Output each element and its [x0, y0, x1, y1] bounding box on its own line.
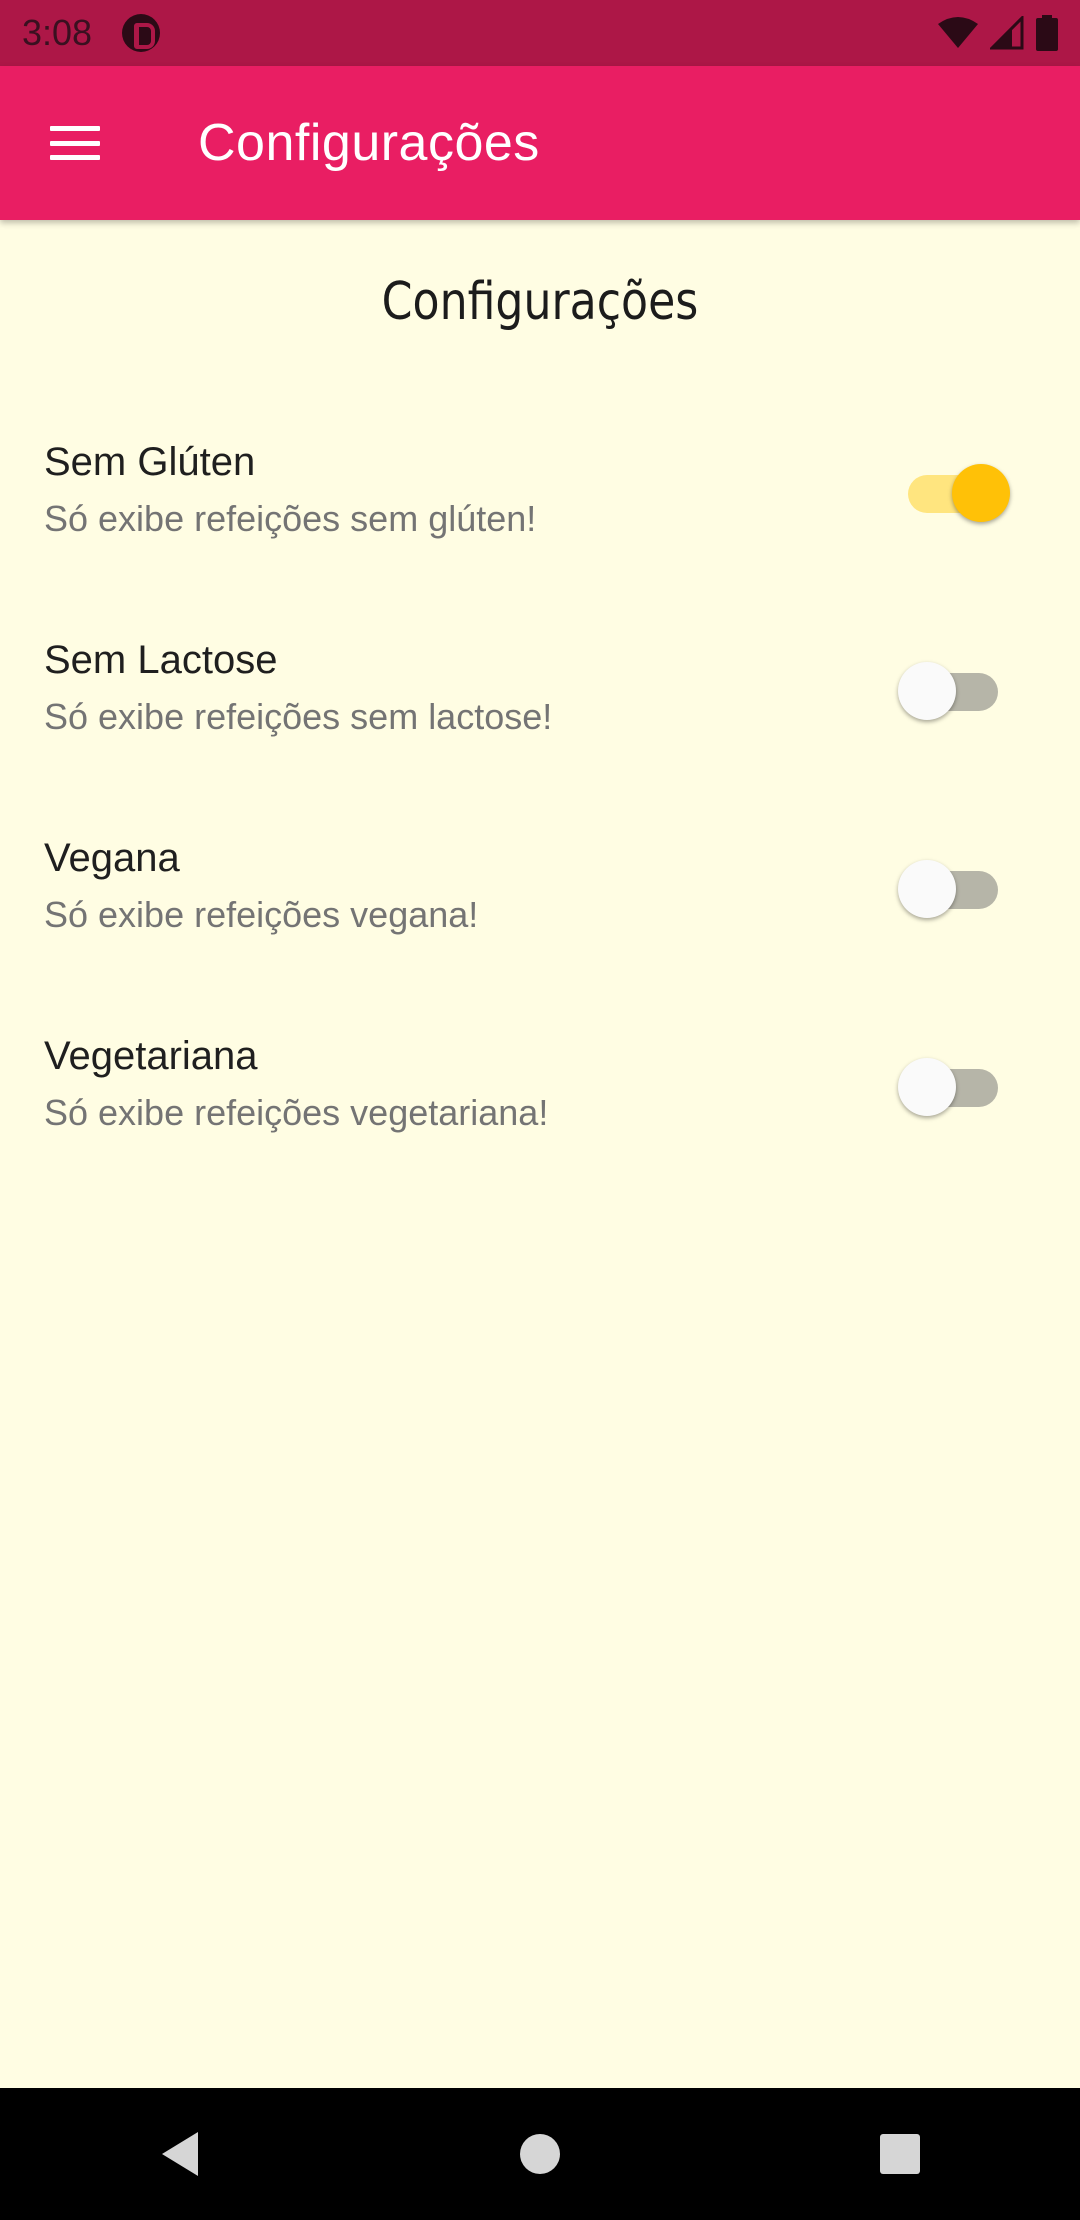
setting-subtitle: Só exibe refeições vegetariana!	[44, 1092, 549, 1133]
recents-square-icon	[880, 2134, 920, 2174]
app-bar-title: Configurações	[198, 114, 540, 172]
setting-row-vegetarian[interactable]: Vegetariana Só exibe refeições vegetaria…	[0, 1034, 1080, 1194]
switch-thumb	[898, 1058, 956, 1116]
setting-row-vegan[interactable]: Vegana Só exibe refeições vegana!	[0, 836, 1080, 996]
setting-subtitle: Só exibe refeições sem glúten!	[44, 498, 537, 539]
status-time: 3:08	[22, 12, 93, 53]
switch-thumb	[952, 464, 1010, 522]
setting-title: Vegana	[44, 836, 180, 880]
page-title: Configurações	[381, 272, 699, 332]
setting-title: Sem Lactose	[44, 638, 278, 682]
status-bar: 3:08	[0, 0, 1080, 66]
vegetarian-switch[interactable]	[898, 1058, 1018, 1118]
hamburger-menu-icon	[50, 126, 100, 160]
status-icons	[938, 15, 1058, 51]
setting-title: Vegetariana	[44, 1034, 258, 1078]
app-bar: Configurações	[0, 66, 1080, 220]
system-nav-bar	[0, 2088, 1080, 2220]
recents-button[interactable]	[840, 2094, 960, 2214]
notification-app-icon	[122, 14, 161, 52]
switch-thumb	[898, 662, 956, 720]
home-circle-icon	[520, 2134, 560, 2174]
battery-icon	[1036, 15, 1058, 51]
cell-signal-icon	[990, 16, 1024, 50]
setting-subtitle: Só exibe refeições sem lactose!	[44, 696, 553, 737]
wifi-icon	[938, 17, 978, 48]
setting-row-gluten-free[interactable]: Sem Glúten Só exibe refeições sem glúten…	[0, 440, 1080, 600]
home-button[interactable]	[480, 2094, 600, 2214]
lactose-free-switch[interactable]	[898, 662, 1018, 722]
setting-title: Sem Glúten	[44, 440, 256, 484]
vegan-switch[interactable]	[898, 860, 1018, 920]
gluten-free-switch[interactable]	[898, 464, 1018, 524]
menu-button[interactable]	[0, 66, 150, 220]
switch-thumb	[898, 860, 956, 918]
setting-subtitle: Só exibe refeições vegana!	[44, 894, 479, 935]
setting-row-lactose-free[interactable]: Sem Lactose Só exibe refeições sem lacto…	[0, 638, 1080, 798]
back-triangle-icon	[162, 2132, 198, 2176]
back-button[interactable]	[120, 2094, 240, 2214]
